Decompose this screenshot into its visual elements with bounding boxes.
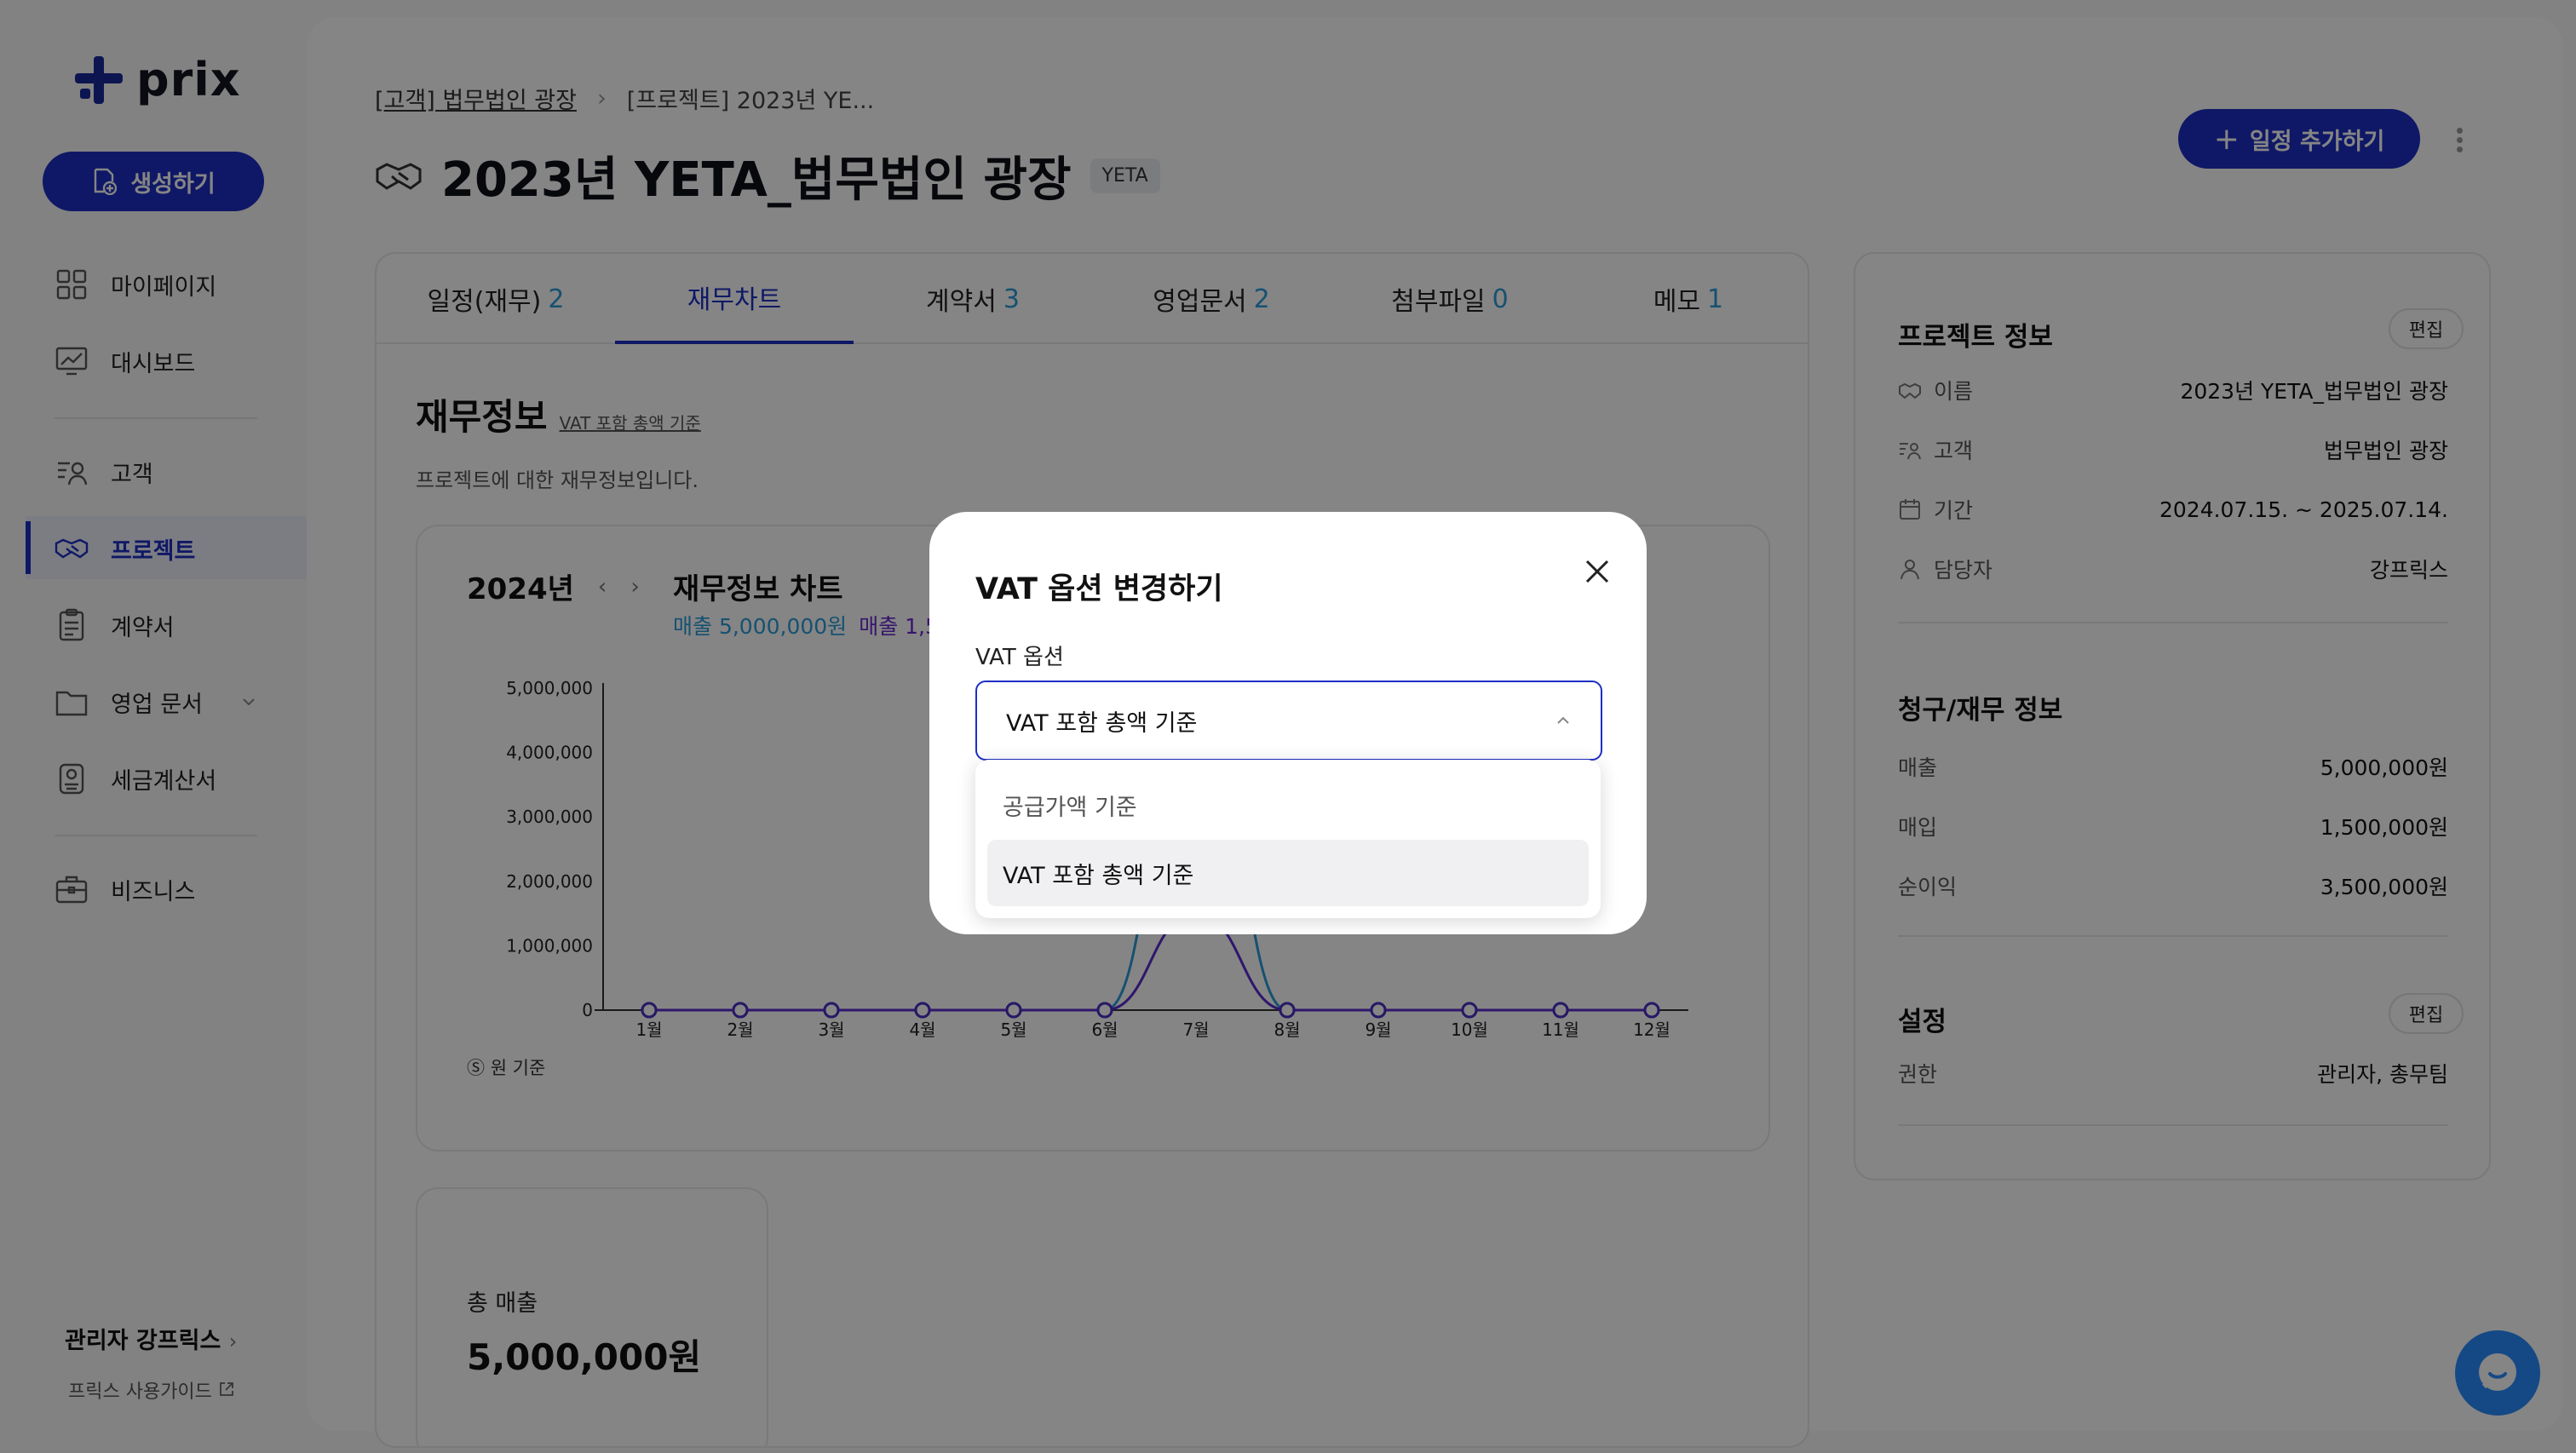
- close-icon: [1585, 560, 1609, 583]
- option-vat-included[interactable]: VAT 포함 총액 기준: [987, 840, 1589, 906]
- vat-option-select[interactable]: VAT 포함 총액 기준: [975, 681, 1602, 761]
- vat-option-selected-value: VAT 포함 총액 기준: [1006, 709, 1198, 737]
- chevron-up-icon: [1557, 716, 1569, 724]
- vat-option-label: VAT 옵션: [975, 645, 1064, 670]
- modal-title: VAT 옵션 변경하기: [975, 572, 1223, 606]
- vat-option-dropdown: 공급가액 기준 VAT 포함 총액 기준: [975, 760, 1601, 918]
- option-supply-amount[interactable]: 공급가액 기준: [987, 772, 1589, 838]
- close-button[interactable]: [1575, 549, 1619, 594]
